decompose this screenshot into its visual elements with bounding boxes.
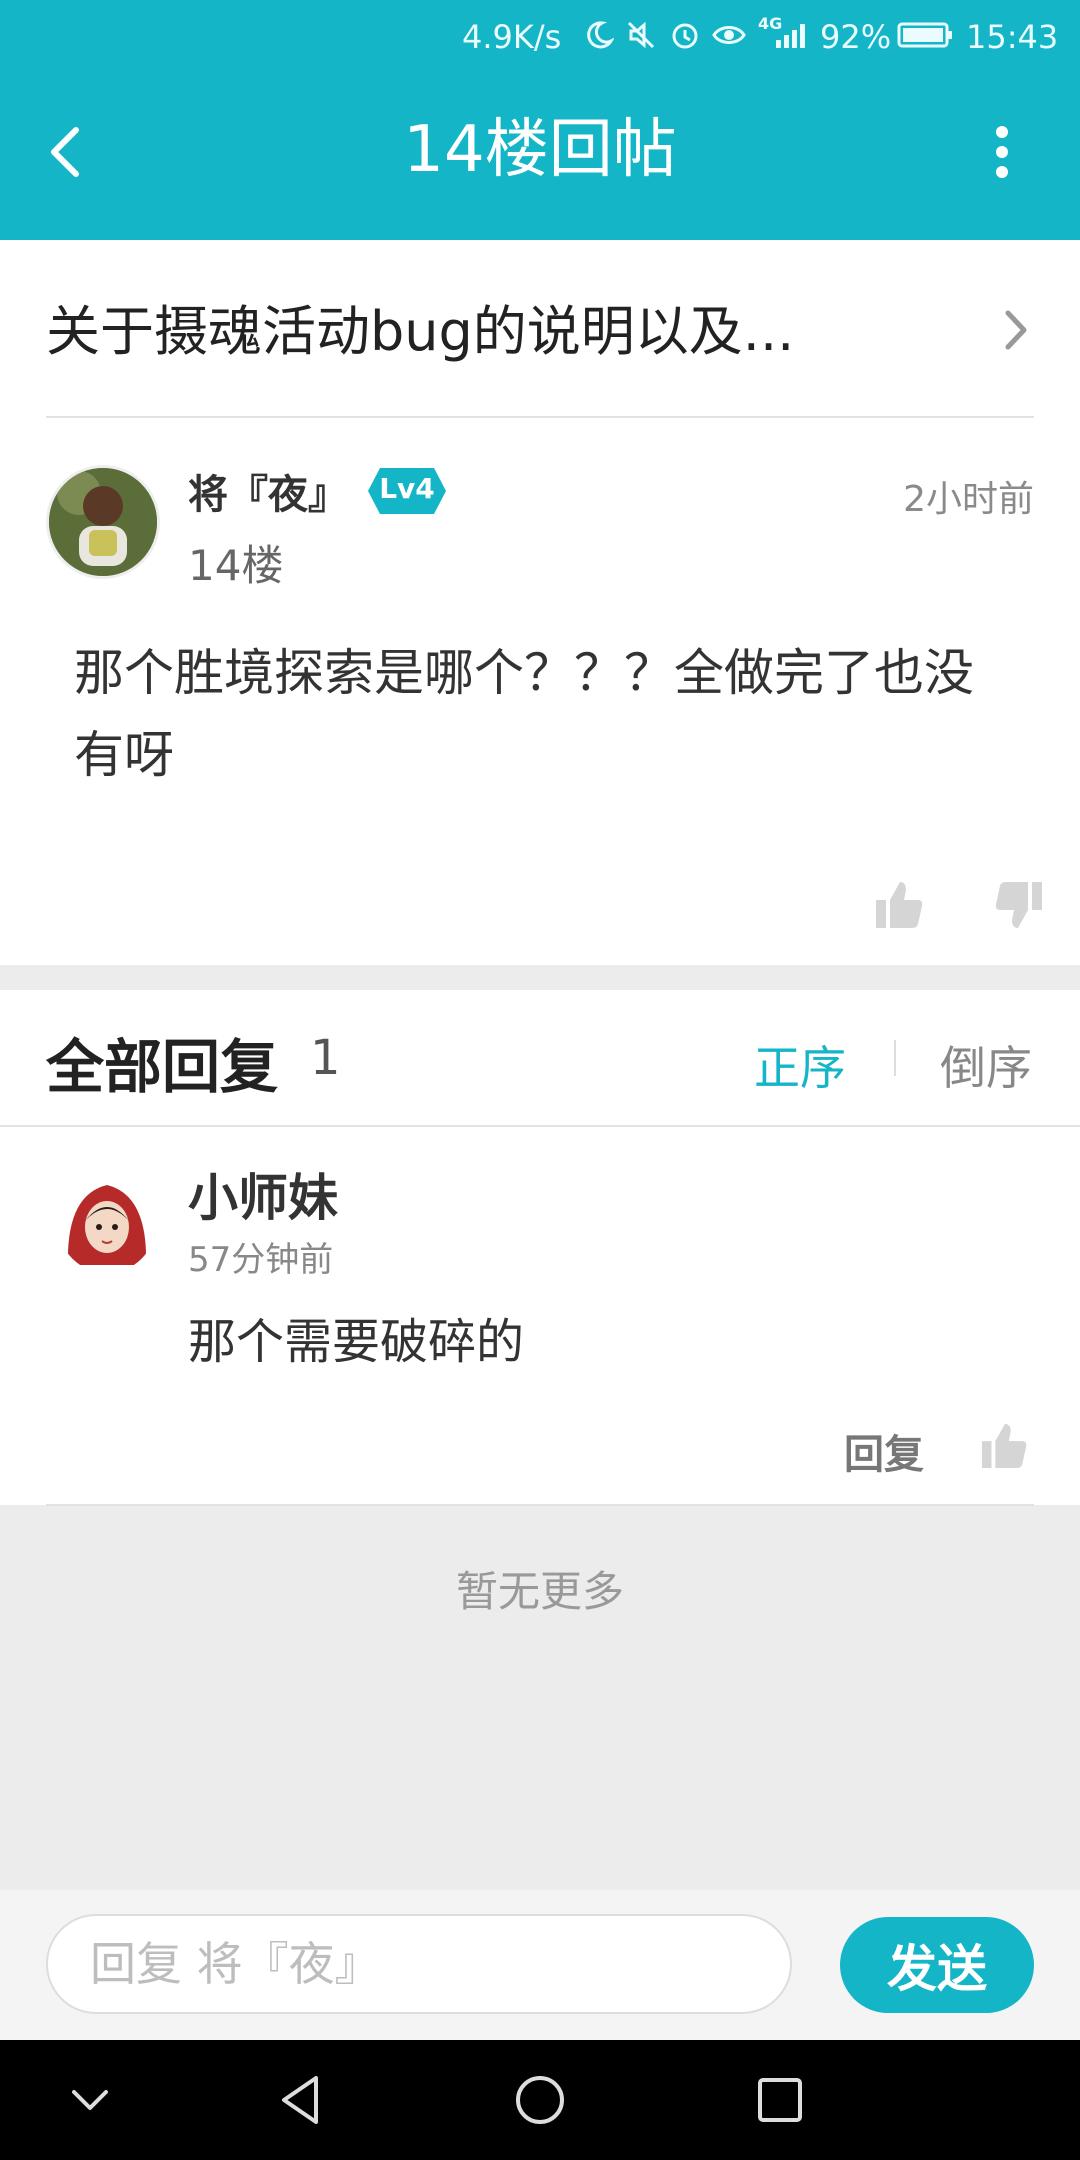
recents-square-icon[interactable]	[750, 2070, 810, 2130]
battery-icon	[896, 18, 956, 52]
sort-ascending-tab[interactable]: 正序	[754, 1032, 846, 1098]
reply-button[interactable]: 回复	[844, 1422, 924, 1480]
post-time: 2小时前	[903, 479, 1034, 520]
system-nav-bar	[0, 2040, 1080, 2160]
reply-time: 57分钟前	[188, 1240, 334, 1280]
avatar[interactable]	[46, 465, 160, 579]
page-title: 14楼回帖	[403, 113, 677, 187]
post-author[interactable]: 将『夜』	[188, 462, 348, 520]
reply-content: 那个需要破碎的	[188, 1314, 525, 1370]
post-content: 那个胜境探索是哪个？？？全做完了也没有呀	[74, 644, 974, 784]
battery-percent: 92%	[820, 18, 892, 56]
clock: 15:43	[966, 18, 1059, 56]
no-more-text: 暂无更多	[455, 1567, 624, 1616]
reply-input[interactable]	[46, 1914, 792, 2014]
avatar[interactable]	[58, 1175, 156, 1273]
replies-count: 1	[310, 1030, 341, 1086]
send-button[interactable]: 发送	[840, 1917, 1034, 2013]
status-bar: 4.9K/s 4G 92% 15:43	[0, 0, 1080, 76]
home-circle-icon[interactable]	[510, 2070, 570, 2130]
moon-icon	[582, 18, 616, 52]
list-item: 小师妹 57分钟前 那个需要破碎的 回复	[0, 1128, 1080, 1498]
replies-title: 全部回复	[46, 1033, 279, 1101]
divider	[0, 1125, 1080, 1127]
alarm-icon	[668, 18, 702, 52]
divider	[46, 1504, 1034, 1506]
collapse-icon[interactable]	[60, 2070, 120, 2130]
signal-icon	[770, 18, 814, 52]
sort-separator	[894, 1040, 896, 1076]
thumbs-up-icon[interactable]	[874, 878, 924, 930]
level-label: Lv4	[379, 472, 435, 505]
more-menu-icon[interactable]	[982, 122, 1022, 182]
floor-number: 14楼	[188, 541, 284, 590]
sort-descending-tab[interactable]: 倒序	[940, 1032, 1032, 1098]
reply-author[interactable]: 小师妹	[188, 1158, 338, 1230]
thread-title: 关于摄魂活动bug的说明以及...	[46, 300, 795, 363]
chevron-right-icon	[996, 305, 1036, 355]
thumbs-down-icon[interactable]	[994, 880, 1044, 932]
mute-icon	[624, 18, 658, 52]
thumbs-up-icon[interactable]	[980, 1420, 1028, 1470]
divider	[46, 416, 1034, 418]
back-triangle-icon[interactable]	[272, 2070, 332, 2130]
network-speed: 4.9K/s	[462, 18, 562, 56]
eye-icon	[712, 18, 746, 52]
